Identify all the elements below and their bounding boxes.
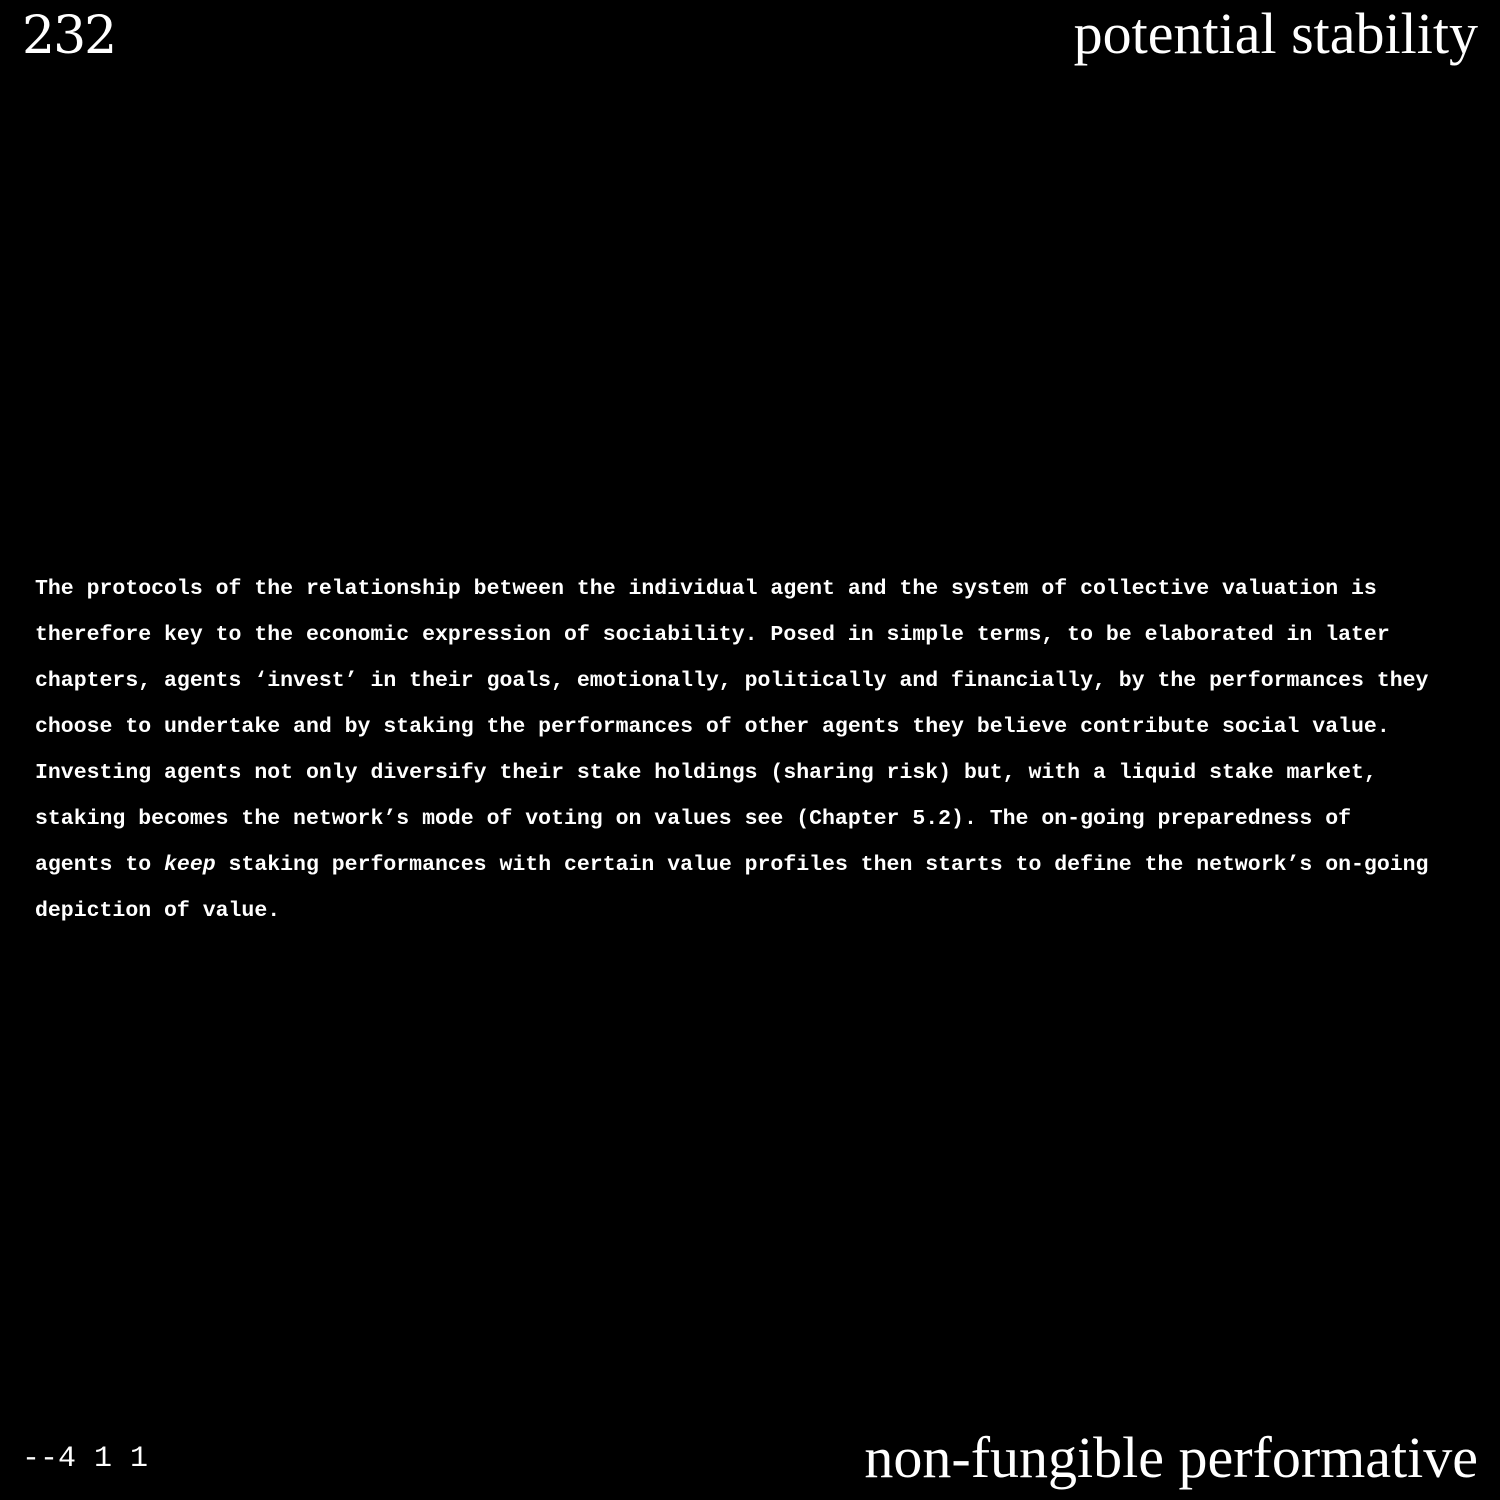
paragraph-line: staking becomes the network’s mode of vo… <box>35 807 1352 831</box>
paragraph-line: chapters, agents ‘invest’ in their goals… <box>35 669 1429 693</box>
emphasis-text: keep <box>164 853 216 877</box>
line-text: agents to <box>35 853 165 877</box>
paragraph-line: depiction of value. <box>35 899 281 923</box>
page-number: 232 <box>22 6 117 66</box>
paragraph-line: Investing agents not only diversify thei… <box>35 761 1377 785</box>
document-page: 232 potential stability The protocols of… <box>0 0 1500 1500</box>
paragraph-line: choose to undertake and by staking the p… <box>35 715 1390 739</box>
body-paragraph: The protocols of the relationship betwee… <box>35 566 1475 934</box>
running-head: potential stability <box>1073 1 1478 66</box>
line-text: staking performances with certain value … <box>215 853 1429 877</box>
paragraph-line: The protocols of the relationship betwee… <box>35 577 1377 601</box>
footer-code: --4 1 1 <box>22 1442 149 1476</box>
paragraph-line: agents to keep staking performances with… <box>35 842 1475 888</box>
footer-title: non-fungible performative <box>864 1425 1478 1490</box>
paragraph-line: therefore key to the economic expression… <box>35 623 1390 647</box>
